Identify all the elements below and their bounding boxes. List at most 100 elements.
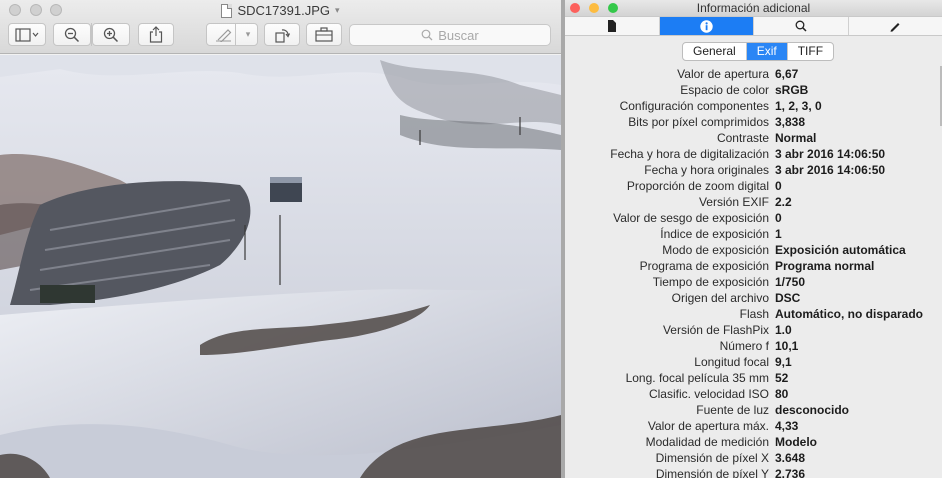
share-icon [149,26,163,43]
tab-more-info[interactable] [659,17,754,35]
exif-row: Valor de apertura 6,67 [565,66,942,82]
exif-row: Longitud focal 9,1 [565,354,942,370]
filename: SDC17391.JPG [237,3,330,18]
inspector-tabs [565,16,942,36]
exif-row: Fuente de luz desconocido [565,402,942,418]
exif-row: Modalidad de medición Modelo [565,434,942,450]
exif-value: 1/750 [775,275,806,289]
exif-row: Espacio de color sRGB [565,82,942,98]
zoom-in-icon [103,27,119,42]
window-title[interactable]: SDC17391.JPG ▾ [0,3,561,18]
exif-label: Dimensión de píxel Y [655,467,769,478]
desktop: SDC17391.JPG ▾ ▾ Buscar Información adic… [0,0,942,478]
exif-value: 3,838 [775,115,806,129]
exif-value: Modelo [775,435,817,449]
exif-label: Fuente de luz [696,403,769,417]
exif-table[interactable]: Valor de apertura 6,67 Espacio de color sRG… [565,66,942,478]
exif-value: 2.736 [775,467,806,478]
share-button[interactable] [138,23,174,46]
info-window-title: Información adicional [696,1,811,15]
exif-label: Origen del archivo [671,291,769,305]
exif-row: Tiempo de exposición 1/750 [565,274,942,290]
exif-label: Fecha y hora originales [644,163,769,177]
toolbox-icon [315,27,333,42]
search-icon [795,20,807,32]
search-icon [421,29,433,41]
exif-row: Bits por píxel comprimidos 3,838 [565,114,942,130]
exif-label: Dimensión de píxel X [655,451,769,465]
tab-keywords[interactable] [754,17,849,35]
exif-value: 9,1 [775,355,792,369]
tab-annotations[interactable] [849,17,942,35]
exif-label: Contraste [716,131,769,145]
exif-label: Índice de exposición [660,227,769,241]
exif-row: Programa de exposición Programa normal [565,258,942,274]
chevron-down-icon[interactable]: ▾ [238,23,258,46]
exif-value: 80 [775,387,789,401]
toolbox-button[interactable] [306,23,342,46]
exif-label: Espacio de color [680,83,769,97]
exif-row: Fecha y hora de digitalización 3 abr 2016… [565,146,942,162]
exif-row: Valor de apertura máx. 4,33 [565,418,942,434]
rotate-icon [275,28,290,43]
exif-label: Modalidad de medición [645,435,769,449]
exif-value: 0 [775,179,782,193]
search-input[interactable]: Buscar [349,24,551,46]
exif-label: Clasific. velocidad ISO [648,387,769,401]
exif-label: Long. focal película 35 mm [625,371,769,385]
document-icon [221,3,233,18]
exif-label: Configuración componentes [619,99,769,113]
view-menu-button[interactable] [8,23,46,46]
exif-row: Versión de FlashPix 1.0 [565,322,942,338]
exif-value: 4,33 [775,419,799,433]
exif-label: Valor de sesgo de exposición [613,211,769,225]
preview-titlebar: SDC17391.JPG ▾ ▾ Buscar [0,0,561,54]
exif-value: 3.648 [775,451,806,465]
exif-value: 1, 2, 3, 0 [775,99,822,113]
exif-row: Número f 10,1 [565,338,942,354]
segment-general[interactable]: General [683,43,747,60]
exif-label: Número f [719,339,769,353]
exif-row: Modo de exposición Exposición automática [565,242,942,258]
exif-value: 52 [775,371,789,385]
exif-value: 3 abr 2016 14:06:50 [775,147,886,161]
pen-icon [216,28,232,42]
exif-value: Exposición automática [775,243,906,257]
exif-row: Valor de sesgo de exposición 0 [565,210,942,226]
exif-row: Fecha y hora originales 3 abr 2016 14:06:… [565,162,942,178]
info-window: Información adicional General Exif TIFF … [565,0,942,478]
exif-row: Origen del archivo DSC [565,290,942,306]
exif-row: Proporción de zoom digital 0 [565,178,942,194]
exif-value: Automático, no disparado [775,307,924,321]
pencil-icon [890,23,900,32]
tab-general-info[interactable] [565,17,660,35]
exif-label: Bits por píxel comprimidos [628,115,769,129]
photo-canvas[interactable] [0,55,561,478]
exif-label: Valor de apertura [677,67,769,81]
exif-label: Valor de apertura máx. [647,419,769,433]
preview-window: SDC17391.JPG ▾ ▾ Buscar [0,0,561,478]
rotate-button[interactable] [264,23,300,46]
zoom-in-button[interactable] [92,23,130,46]
exif-row: Long. focal película 35 mm 52 [565,370,942,386]
exif-value: DSC [775,291,801,305]
exif-label: Programa de exposición [639,259,769,273]
exif-value: 10,1 [775,339,799,353]
exif-row: Flash Automático, no disparado [565,306,942,322]
segment-tiff[interactable]: TIFF [788,43,833,60]
exif-value: 1 [775,227,782,241]
zoom-out-button[interactable] [53,23,91,46]
document-icon [607,20,616,32]
exif-value: Programa normal [775,259,875,273]
exif-value: Normal [775,131,817,145]
exif-value: 3 abr 2016 14:06:50 [775,163,886,177]
exif-label: Versión EXIF [698,195,769,209]
exif-row: Índice de exposición 1 [565,226,942,242]
exif-label: Modo de exposición [662,243,769,257]
exif-label: Proporción de zoom digital [626,179,769,193]
info-titlebar: Información adicional [565,0,942,16]
exif-label: Tiempo de exposición [652,275,769,289]
exif-label: Fecha y hora de digitalización [610,147,769,161]
segment-exif[interactable]: Exif [746,43,788,60]
info-icon [700,19,713,33]
